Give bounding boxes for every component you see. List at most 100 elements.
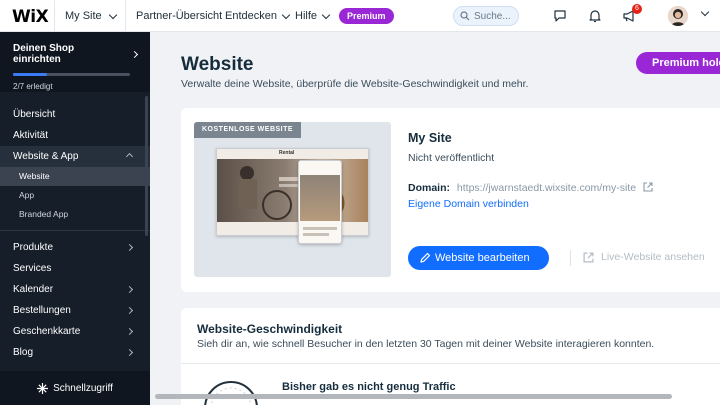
chevron-right-icon — [130, 50, 139, 58]
quick-access-label: Schnellzugriff — [53, 382, 113, 394]
speed-card-subtitle: Sieh dir an, wie schnell Besucher in den… — [197, 338, 655, 350]
sidebar-subitem-label: Website — [19, 171, 50, 181]
sidebar-item-blog[interactable]: Blog — [0, 342, 150, 363]
main-content: Website Verwalte deine Website, überprüf… — [150, 32, 720, 405]
nav-discover-label: Entdecken — [225, 10, 277, 22]
site-preview[interactable]: KOSTENLOSE WEBSITE Rental — [194, 122, 391, 277]
sidebar-item-website-app[interactable]: Website & App — [0, 146, 150, 167]
wix-logo[interactable]: WiX — [12, 7, 49, 27]
page-title: Website — [181, 54, 254, 75]
sidebar-item-gift-card[interactable]: Geschenkkarte — [0, 321, 150, 342]
chat-icon[interactable] — [552, 8, 568, 24]
nav-partner-overview[interactable]: Partner-Übersicht — [136, 10, 222, 22]
mobile-hero-image — [300, 175, 340, 221]
mobile-text-line — [303, 233, 329, 236]
avatar[interactable] — [668, 6, 688, 26]
sidebar-item-label: Blog — [13, 347, 34, 358]
sidebar-subitem-website[interactable]: Website — [0, 167, 150, 186]
chevron-right-icon — [125, 327, 134, 336]
connect-domain-link[interactable]: Eigene Domain verbinden — [408, 198, 529, 210]
sidebar-subitem-label: App — [19, 190, 35, 200]
preview-footer — [217, 222, 368, 235]
sidebar-item-label: Website & App — [13, 151, 79, 162]
desktop-preview: Rental — [216, 148, 369, 236]
setup-checklist[interactable]: Deinen Shop einrichten 2/7 erledigt — [0, 32, 150, 92]
chevron-right-icon — [125, 285, 134, 294]
chevron-right-icon — [125, 243, 134, 252]
chevron-down-icon — [281, 10, 291, 19]
edit-website-label: Website bearbeiten — [435, 252, 530, 264]
setup-progress-bar — [13, 73, 130, 76]
sidebar-subitem-branded-app[interactable]: Branded App — [0, 205, 150, 224]
external-link-icon[interactable] — [643, 182, 653, 192]
speed-card-title: Website-Geschwindigkeit — [197, 322, 343, 336]
card-divider — [181, 363, 720, 364]
sidebar-subitem-app[interactable]: App — [0, 186, 150, 205]
setup-progress-fill — [13, 73, 47, 76]
chevron-right-icon — [125, 348, 134, 357]
site-status: Nicht veröffentlicht — [408, 152, 495, 164]
bicycle-photo — [239, 166, 345, 221]
nav-discover[interactable]: Entdecken — [225, 10, 291, 22]
chevron-down-icon[interactable] — [700, 7, 710, 17]
sidebar-item-orders[interactable]: Bestellungen — [0, 300, 150, 321]
site-card: KOSTENLOSE WEBSITE Rental My Site Nicht … — [181, 108, 720, 292]
setup-progress-text: 2/7 erledigt — [13, 82, 53, 91]
sidebar-menu: Übersicht Aktivität Website & App Websit… — [0, 104, 150, 363]
chevron-down-icon — [321, 10, 331, 19]
sidebar-scrollbar[interactable] — [145, 96, 148, 236]
search-placeholder: Suche... — [474, 10, 511, 22]
page-subtitle: Verwalte deine Website, überprüfe die We… — [181, 78, 529, 90]
preview-brand-logo: Rental — [279, 150, 295, 156]
domain-url-link[interactable]: https://jwarnstaedt.wixsite.com/my-site — [457, 182, 636, 194]
mobile-text-line — [303, 227, 337, 230]
setup-title: Deinen Shop einrichten — [13, 43, 139, 65]
domain-label: Domain: — [408, 182, 450, 194]
chevron-right-icon — [125, 306, 134, 315]
edit-website-button[interactable]: Website bearbeiten — [408, 246, 549, 270]
view-live-site-label: Live-Website ansehen — [601, 251, 705, 263]
nav-partner-overview-label: Partner-Übersicht — [136, 10, 223, 22]
view-live-site-link[interactable]: Live-Website ansehen — [583, 251, 705, 263]
horizontal-scrollbar[interactable] — [155, 394, 672, 399]
sidebar-divider — [0, 230, 150, 231]
no-traffic-message: Bisher gab es nicht genug Traffic — [282, 381, 456, 393]
setup-title-label: Deinen Shop einrichten — [13, 43, 75, 65]
nav-help[interactable]: Hilfe — [295, 10, 331, 22]
notification-count-badge: 6 — [632, 4, 642, 14]
preview-hero-image — [217, 159, 368, 223]
sidebar-item-activity[interactable]: Aktivität — [0, 125, 150, 146]
chevron-up-icon — [125, 152, 134, 161]
search-input[interactable]: Suche... — [453, 6, 519, 26]
sidebar-item-label: Produkte — [13, 242, 54, 253]
premium-button[interactable]: Premium holen — [636, 52, 720, 74]
sidebar-item-label: Aktivität — [13, 130, 49, 141]
free-website-tag: KOSTENLOSE WEBSITE — [194, 122, 302, 138]
sidebar-item-products[interactable]: Produkte — [0, 237, 150, 258]
site-speed-card: Website-Geschwindigkeit Sieh dir an, wie… — [181, 308, 720, 405]
domain-row: Domain: https://jwarnstaedt.wixsite.com/… — [408, 182, 653, 194]
nav-help-label: Hilfe — [295, 10, 318, 22]
pencil-icon — [420, 252, 431, 263]
bell-icon[interactable] — [587, 8, 603, 24]
sidebar-item-label: Übersicht — [13, 109, 56, 120]
sidebar-item-label: Bestellungen — [13, 305, 71, 316]
sidebar-item-label: Kalender — [13, 284, 54, 295]
mobile-preview — [298, 160, 342, 244]
avatar-image — [668, 6, 688, 26]
sidebar-item-calendar[interactable]: Kalender — [0, 279, 150, 300]
sidebar-subitem-label: Branded App — [19, 209, 69, 219]
premium-badge-button[interactable]: Premium — [339, 8, 394, 24]
sidebar-item-label: Services — [13, 263, 52, 274]
top-bar: WiX My Site Partner-Übersicht Entdecken … — [0, 0, 720, 32]
site-name: My Site — [408, 131, 452, 145]
site-selector[interactable]: My Site — [54, 0, 126, 32]
external-link-icon — [583, 251, 594, 263]
quick-access-button[interactable]: Schnellzugriff — [0, 371, 150, 405]
chevron-down-icon — [108, 10, 117, 19]
sidebar-item-overview[interactable]: Übersicht — [0, 104, 150, 125]
site-selector-label: My Site — [65, 10, 102, 22]
search-icon — [460, 11, 470, 21]
button-separator — [570, 250, 571, 266]
sidebar-item-services[interactable]: Services — [0, 258, 150, 279]
